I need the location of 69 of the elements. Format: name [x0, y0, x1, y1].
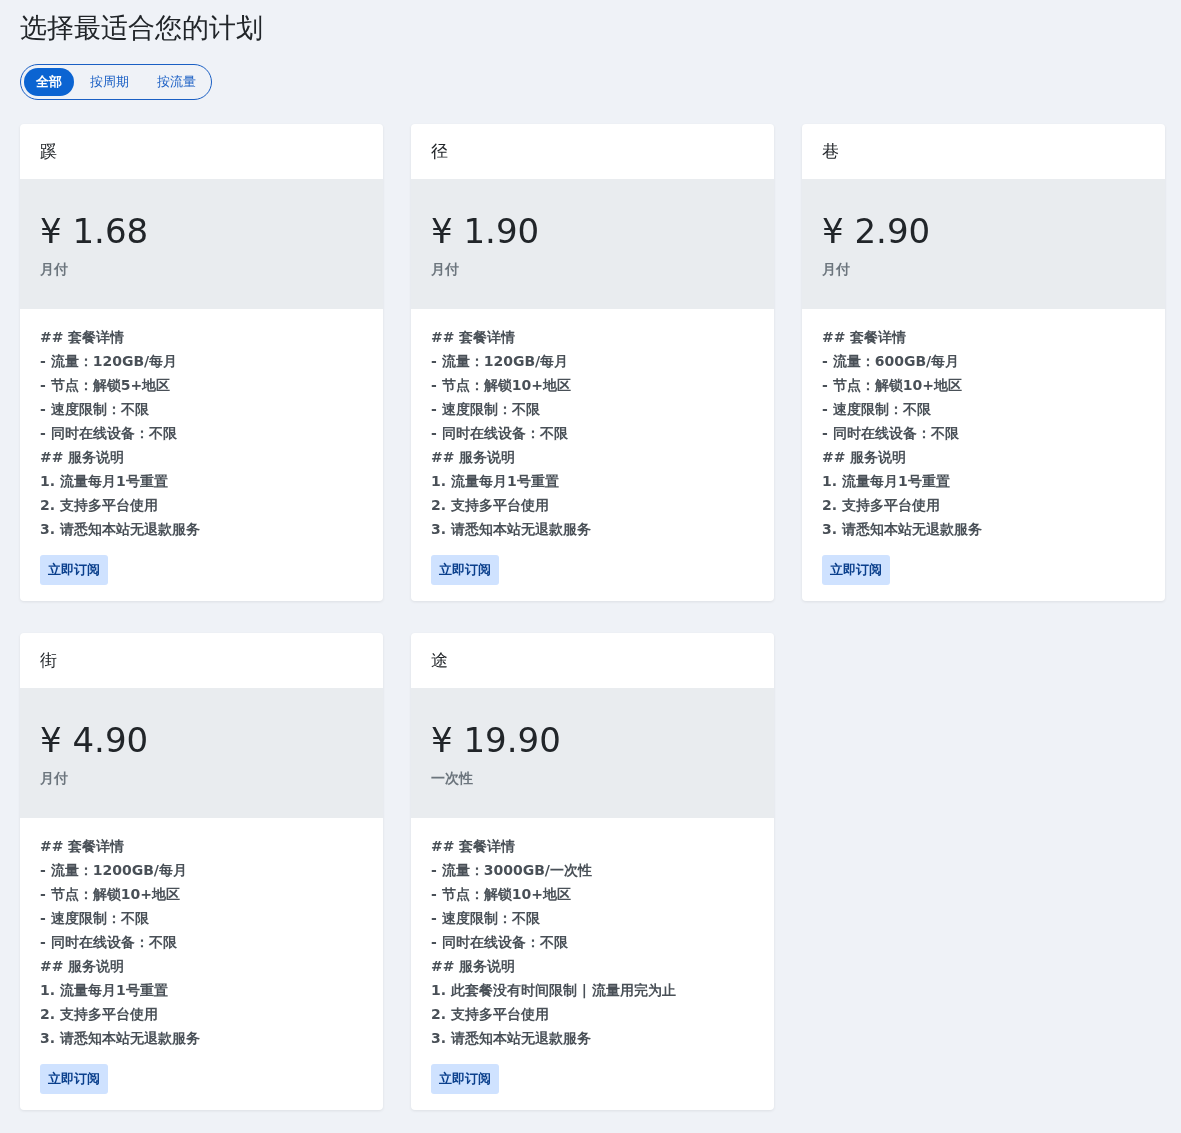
- detail-line: - 节点：解锁5+地区: [40, 376, 172, 395]
- detail-line: - 流量：600GB/每月: [822, 352, 961, 371]
- detail-line: ## 服务说明: [822, 448, 908, 467]
- detail-line: - 流量：1200GB/每月: [40, 861, 188, 880]
- detail-line: ## 套餐详情: [40, 328, 126, 347]
- detail-line: ## 套餐详情: [40, 837, 126, 856]
- detail-line: - 节点：解锁10+地区: [431, 885, 572, 904]
- detail-line: ## 服务说明: [40, 448, 126, 467]
- detail-line: 2. 支持多平台使用: [431, 1005, 550, 1024]
- detail-line: ## 服务说明: [431, 957, 517, 976]
- detail-line: 3. 请悉知本站无退款服务: [822, 520, 983, 539]
- billing-period: 月付: [40, 261, 69, 279]
- detail-line: 2. 支持多平台使用: [40, 496, 159, 515]
- billing-period: 月付: [40, 770, 69, 788]
- detail-line: 1. 此套餐没有时间限制 | 流量用完为止: [431, 981, 677, 1001]
- detail-line: 1. 流量每月1号重置: [40, 472, 169, 491]
- plan-name: 径: [431, 140, 448, 163]
- billing-period: 月付: [822, 261, 851, 279]
- plan-price: ¥ 19.90: [431, 719, 562, 762]
- subscribe-button[interactable]: 立即订阅: [822, 555, 890, 585]
- subscribe-button[interactable]: 立即订阅: [431, 555, 499, 585]
- detail-line: - 速度限制：不限: [431, 909, 541, 928]
- page-title: 选择最适合您的计划: [20, 11, 264, 45]
- detail-line: ## 服务说明: [40, 957, 126, 976]
- detail-line: - 速度限制：不限: [40, 909, 150, 928]
- detail-line: ## 套餐详情: [822, 328, 908, 347]
- detail-line: 2. 支持多平台使用: [40, 1005, 159, 1024]
- subscribe-button[interactable]: 立即订阅: [431, 1064, 499, 1094]
- detail-line: 2. 支持多平台使用: [822, 496, 941, 515]
- detail-line: 3. 请悉知本站无退款服务: [40, 520, 201, 539]
- filter-tab[interactable]: 按周期: [78, 68, 141, 96]
- detail-line: - 流量：120GB/每月: [431, 352, 570, 371]
- detail-line: ## 套餐详情: [431, 837, 517, 856]
- detail-line: ## 服务说明: [431, 448, 517, 467]
- plan-price: ¥ 2.90: [822, 210, 932, 253]
- detail-line: - 速度限制：不限: [822, 400, 932, 419]
- detail-line: 1. 流量每月1号重置: [431, 472, 560, 491]
- detail-line: 3. 请悉知本站无退款服务: [431, 1029, 592, 1048]
- detail-line: - 节点：解锁10+地区: [431, 376, 572, 395]
- detail-line: - 节点：解锁10+地区: [822, 376, 963, 395]
- detail-line: - 流量：3000GB/一次性: [431, 861, 593, 880]
- detail-line: - 流量：120GB/每月: [40, 352, 179, 371]
- detail-line: - 同时在线设备：不限: [822, 424, 960, 443]
- plan-price: ¥ 1.90: [431, 210, 541, 253]
- detail-line: - 同时在线设备：不限: [431, 424, 569, 443]
- plan-name: 蹊: [40, 140, 57, 163]
- detail-line: 3. 请悉知本站无退款服务: [40, 1029, 201, 1048]
- subscribe-button[interactable]: 立即订阅: [40, 1064, 108, 1094]
- detail-line: - 速度限制：不限: [40, 400, 150, 419]
- detail-line: - 速度限制：不限: [431, 400, 541, 419]
- billing-period: 月付: [431, 261, 460, 279]
- plan-name: 街: [40, 649, 57, 672]
- plan-price: ¥ 4.90: [40, 719, 150, 762]
- detail-line: - 同时在线设备：不限: [40, 933, 178, 952]
- detail-line: ## 套餐详情: [431, 328, 517, 347]
- detail-line: 2. 支持多平台使用: [431, 496, 550, 515]
- plan-name: 巷: [822, 140, 839, 163]
- detail-line: 1. 流量每月1号重置: [822, 472, 951, 491]
- subscribe-button[interactable]: 立即订阅: [40, 555, 108, 585]
- detail-line: 3. 请悉知本站无退款服务: [431, 520, 592, 539]
- plan-price: ¥ 1.68: [40, 210, 150, 253]
- filter-tab[interactable]: 全部: [24, 68, 74, 96]
- detail-line: - 同时在线设备：不限: [40, 424, 178, 443]
- filter-tab[interactable]: 按流量: [145, 68, 208, 96]
- detail-line: - 同时在线设备：不限: [431, 933, 569, 952]
- detail-line: 1. 流量每月1号重置: [40, 981, 169, 1000]
- billing-period: 一次性: [431, 770, 474, 788]
- plan-name: 途: [431, 649, 448, 672]
- detail-line: - 节点：解锁10+地区: [40, 885, 181, 904]
